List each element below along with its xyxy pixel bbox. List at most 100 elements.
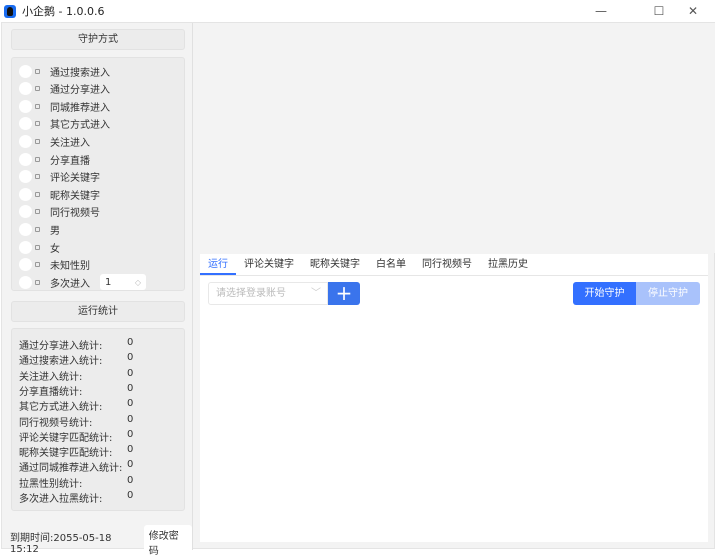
stat-label: 其它方式进入统计: bbox=[19, 398, 127, 412]
footer: 到期时间:2055-05-18 15:12 修改密码 bbox=[10, 525, 192, 559]
checkbox[interactable] bbox=[35, 174, 40, 179]
option-label: 女 bbox=[50, 240, 60, 255]
option-label: 关注进入 bbox=[50, 134, 90, 149]
option-4[interactable]: 关注进入 bbox=[19, 134, 90, 148]
stat-value: 0 bbox=[127, 444, 133, 458]
stat-row: 其它方式进入统计:0 bbox=[19, 398, 133, 412]
checkbox[interactable] bbox=[35, 121, 40, 126]
tab-5[interactable]: 拉黑历史 bbox=[480, 254, 536, 275]
option-2[interactable]: 同城推荐进入 bbox=[19, 99, 110, 113]
checkbox[interactable] bbox=[35, 86, 40, 91]
tab-3[interactable]: 白名单 bbox=[368, 254, 414, 275]
tab-4[interactable]: 同行视频号 bbox=[414, 254, 480, 275]
add-account-button[interactable]: + bbox=[328, 282, 360, 305]
option-label: 其它方式进入 bbox=[50, 116, 110, 131]
option-label: 昵称关键字 bbox=[50, 187, 100, 202]
stat-row: 拉黑性别统计:0 bbox=[19, 475, 133, 489]
client-area: 守护方式 通过搜索进入通过分享进入同城推荐进入其它方式进入关注进入分享直播评论关… bbox=[1, 22, 715, 549]
stat-value: 0 bbox=[127, 490, 133, 504]
stat-value: 0 bbox=[127, 398, 133, 412]
option-0[interactable]: 通过搜索进入 bbox=[19, 64, 110, 78]
radio-button[interactable] bbox=[19, 117, 32, 130]
expiry-time: 到期时间:2055-05-18 15:12 bbox=[10, 529, 138, 555]
stat-label: 关注进入统计: bbox=[19, 368, 127, 382]
option-7[interactable]: 昵称关键字 bbox=[19, 187, 100, 201]
title-bar: 小企鹅 - 1.0.0.6 — ☐ ✕ bbox=[0, 0, 716, 22]
start-protect-button[interactable]: 开始守护 bbox=[573, 282, 636, 305]
checkbox[interactable] bbox=[35, 192, 40, 197]
stop-protect-button[interactable]: 停止守护 bbox=[636, 282, 700, 305]
account-select[interactable]: 请选择登录账号﹀ bbox=[208, 282, 328, 305]
radio-button[interactable] bbox=[19, 205, 32, 218]
window-title: 小企鹅 - 1.0.0.6 bbox=[22, 3, 104, 19]
radio-button[interactable] bbox=[19, 65, 32, 78]
minimize-button[interactable]: — bbox=[578, 0, 624, 22]
checkbox[interactable] bbox=[35, 139, 40, 144]
checkbox[interactable] bbox=[35, 157, 40, 162]
stat-label: 通过分享进入统计: bbox=[19, 337, 127, 351]
stat-row: 关注进入统计:0 bbox=[19, 368, 133, 382]
protect-options: 通过搜索进入通过分享进入同城推荐进入其它方式进入关注进入分享直播评论关键字昵称关… bbox=[11, 57, 185, 291]
spin-arrows-icon[interactable]: ◇ bbox=[135, 278, 141, 287]
tab-1[interactable]: 评论关键字 bbox=[236, 254, 302, 275]
stat-value: 0 bbox=[127, 352, 133, 366]
stat-label: 分享直播统计: bbox=[19, 383, 127, 397]
stat-row: 多次进入拉黑统计:0 bbox=[19, 490, 133, 504]
option-label: 同城推荐进入 bbox=[50, 99, 110, 114]
stat-row: 评论关键字匹配统计:0 bbox=[19, 429, 133, 443]
stat-value: 0 bbox=[127, 383, 133, 397]
option-12[interactable]: 多次进入1◇ bbox=[19, 275, 146, 289]
radio-button[interactable] bbox=[19, 100, 32, 113]
chevron-down-icon: ﹀ bbox=[311, 283, 321, 304]
radio-button[interactable] bbox=[19, 153, 32, 166]
checkbox[interactable] bbox=[35, 262, 40, 267]
radio-button[interactable] bbox=[19, 241, 32, 254]
stat-value: 0 bbox=[127, 337, 133, 351]
checkbox[interactable] bbox=[35, 280, 40, 285]
stat-label: 评论关键字匹配统计: bbox=[19, 429, 127, 443]
stat-label: 昵称关键字匹配统计: bbox=[19, 444, 127, 458]
radio-button[interactable] bbox=[19, 82, 32, 95]
checkbox[interactable] bbox=[35, 227, 40, 232]
protect-header: 守护方式 bbox=[11, 29, 185, 50]
change-password-button[interactable]: 修改密码 bbox=[144, 525, 192, 559]
option-label: 同行视频号 bbox=[50, 204, 100, 219]
main-panel: 运行评论关键字昵称关键字白名单同行视频号拉黑历史 请选择登录账号﹀ + 开始守护… bbox=[200, 254, 708, 542]
stat-row: 分享直播统计:0 bbox=[19, 383, 133, 397]
multi-count-spinbox[interactable]: 1◇ bbox=[100, 274, 146, 290]
radio-button[interactable] bbox=[19, 258, 32, 271]
option-6[interactable]: 评论关键字 bbox=[19, 170, 100, 184]
stat-row: 昵称关键字匹配统计:0 bbox=[19, 444, 133, 458]
radio-button[interactable] bbox=[19, 188, 32, 201]
stats-box: 通过分享进入统计:0通过搜索进入统计:0关注进入统计:0分享直播统计:0其它方式… bbox=[11, 328, 185, 511]
tab-2[interactable]: 昵称关键字 bbox=[302, 254, 368, 275]
option-5[interactable]: 分享直播 bbox=[19, 152, 90, 166]
option-9[interactable]: 男 bbox=[19, 222, 60, 236]
radio-button[interactable] bbox=[19, 223, 32, 236]
option-label: 多次进入 bbox=[50, 275, 90, 290]
option-label: 通过搜索进入 bbox=[50, 64, 110, 79]
checkbox[interactable] bbox=[35, 209, 40, 214]
multi-count-value: 1 bbox=[105, 277, 111, 288]
option-label: 分享直播 bbox=[50, 152, 90, 167]
option-label: 男 bbox=[50, 222, 60, 237]
stat-value: 0 bbox=[127, 414, 133, 428]
checkbox[interactable] bbox=[35, 104, 40, 109]
radio-button[interactable] bbox=[19, 170, 32, 183]
penguin-logo-icon bbox=[4, 5, 16, 18]
stat-label: 通过搜索进入统计: bbox=[19, 352, 127, 366]
option-3[interactable]: 其它方式进入 bbox=[19, 117, 110, 131]
option-11[interactable]: 未知性别 bbox=[19, 258, 90, 272]
option-1[interactable]: 通过分享进入 bbox=[19, 82, 110, 96]
stat-row: 同行视频号统计:0 bbox=[19, 414, 133, 428]
option-label: 评论关键字 bbox=[50, 169, 100, 184]
radio-button[interactable] bbox=[19, 276, 32, 289]
stat-label: 同行视频号统计: bbox=[19, 414, 127, 428]
option-10[interactable]: 女 bbox=[19, 240, 60, 254]
close-button[interactable]: ✕ bbox=[670, 0, 716, 22]
checkbox[interactable] bbox=[35, 69, 40, 74]
tab-0[interactable]: 运行 bbox=[200, 254, 236, 275]
option-8[interactable]: 同行视频号 bbox=[19, 205, 100, 219]
radio-button[interactable] bbox=[19, 135, 32, 148]
checkbox[interactable] bbox=[35, 245, 40, 250]
